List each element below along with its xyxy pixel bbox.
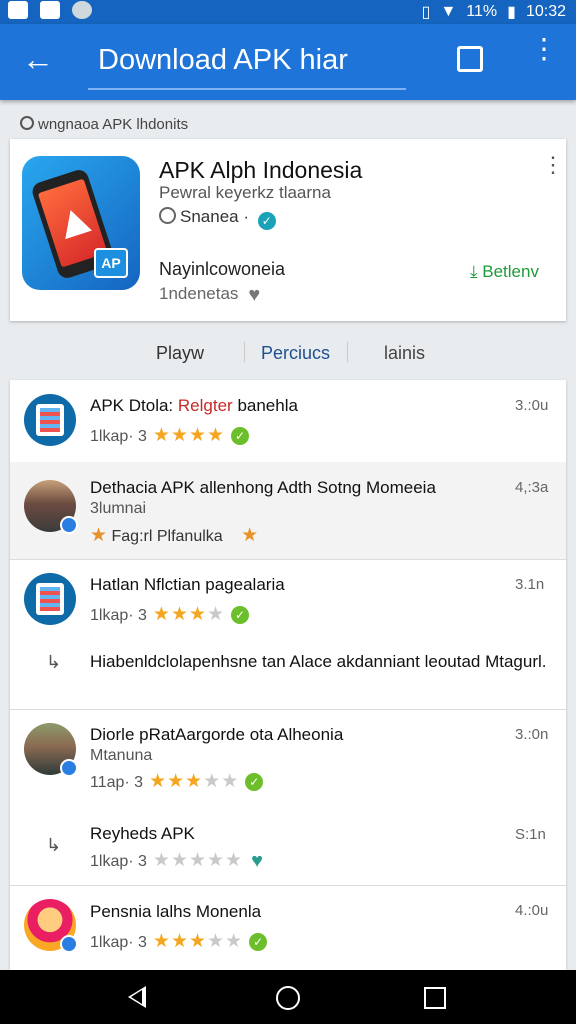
list-item[interactable]: Dethacia APK allenhong Adth Sotng Momeei… xyxy=(10,462,566,560)
list-item[interactable]: Diorle pRatAargorde ota Alheonia Mtanuna… xyxy=(10,709,566,886)
reply-icon[interactable]: ↳ xyxy=(46,652,61,673)
tab-divider xyxy=(244,342,245,362)
list-item[interactable]: Hatlan Nflctian pagealaria 1lkap· 3 ★★★★ ✓… xyxy=(10,559,566,710)
back-arrow-icon[interactable]: ← xyxy=(22,43,54,76)
vibrate-icon: ▯ xyxy=(421,4,431,21)
item-size: S:1n xyxy=(515,826,546,843)
profile-badge-icon xyxy=(60,935,78,953)
item-subtitle: 3lumnai xyxy=(90,500,147,517)
check-notification-icon xyxy=(8,1,28,19)
tab-playw[interactable]: Playw xyxy=(156,343,204,364)
item-size: 3.1n xyxy=(515,576,545,593)
check-icon: ✓ xyxy=(231,606,250,624)
item-title: APK Dtola: Relgter banehla xyxy=(90,396,298,415)
app-card[interactable]: AP APK Alph Indonesia Pewral keyerkz tla… xyxy=(10,139,566,321)
smile-icon xyxy=(159,207,176,224)
item-size: 4,:3a xyxy=(515,479,549,496)
review-list: APK Dtola: Relgter banehla 1lkap· 3 ★★★★ ✓… xyxy=(10,380,566,970)
download-button[interactable]: ⤓ Betlenv xyxy=(470,262,539,282)
star-rating-icon: ★★★★ xyxy=(152,425,226,446)
title-underline xyxy=(88,88,406,90)
tab-divider xyxy=(347,342,348,362)
download-icon: ⤓ xyxy=(470,262,478,281)
reply-icon[interactable]: ↳ xyxy=(46,835,61,856)
tab-lainis[interactable]: lainis xyxy=(384,343,425,364)
item-rating: 1lkap· 3 ★★★★★ ✓ xyxy=(90,930,268,953)
heart-icon: ♥ xyxy=(251,850,263,872)
battery-icon: ▮ xyxy=(507,4,516,21)
list-item[interactable]: Pensnia lalhs Monenla 1lkap· 3 ★★★★★ ✓ 4.:… xyxy=(10,885,566,970)
card-more-icon[interactable]: ⋮ xyxy=(542,154,564,191)
more-vertical-icon[interactable]: ⋮ xyxy=(530,35,558,74)
system-nav-bar xyxy=(0,970,576,1024)
page-title[interactable]: Download APK hiar xyxy=(98,44,348,77)
nav-back-icon[interactable] xyxy=(128,986,146,1008)
developer-name: Snanea xyxy=(180,207,239,226)
app-label: Nayinlcowoneia xyxy=(159,259,286,279)
item-publisher: ★ Fag:rl Plfanulka ★ xyxy=(90,525,259,546)
nav-recents-icon[interactable] xyxy=(424,987,446,1009)
tab-bar: Playw Perciucs lainis xyxy=(0,338,576,368)
item-title: Diorle pRatAargorde ota Alheonia xyxy=(90,725,344,744)
app-subtitle: Pewral keyerkz tlaarna xyxy=(159,183,331,202)
app-meta-text: 1ndenetas xyxy=(159,284,239,303)
sync-notification-icon xyxy=(72,1,92,19)
location-icon xyxy=(20,116,34,130)
nav-home-icon[interactable] xyxy=(276,986,300,1010)
chart-notification-icon xyxy=(40,1,60,19)
item-rating: 11ap· 3 ★★★★★ ✓ xyxy=(90,770,264,793)
comment-text: Hiabenldclolapenhsne tan Alace akdannian… xyxy=(90,652,547,671)
star-icon: ★ xyxy=(90,525,108,546)
profile-badge-icon xyxy=(60,759,78,777)
list-item[interactable]: APK Dtola: Relgter banehla 1lkap· 3 ★★★★ ✓… xyxy=(10,380,566,463)
app-toolbar: ← Download APK hiar ⋮ xyxy=(0,24,576,100)
item-title: Reyheds APK xyxy=(90,824,195,843)
check-icon: ✓ xyxy=(231,427,250,445)
app-icon: AP xyxy=(22,156,140,290)
item-title: Dethacia APK allenhong Adth Sotng Momeei… xyxy=(90,478,436,497)
item-title: Pensnia lalhs Monenla xyxy=(90,902,262,921)
download-label: Betlenv xyxy=(482,262,539,281)
profile-badge-icon xyxy=(60,516,78,534)
star-rating-icon: ★★★★★ xyxy=(152,850,244,871)
status-bar: ▯ ▼ 11% ▮ 10:32 xyxy=(0,0,576,24)
star-rating-icon: ★★★★★ xyxy=(149,771,240,792)
item-rating: 1lkap· 3 ★★★★ ✓ xyxy=(90,424,250,447)
app-meta: 1ndenetas ♥ xyxy=(159,284,260,307)
breadcrumb-text: wngnaoa APK lhdonits xyxy=(38,116,189,133)
star-rating-icon: ★★★★★ xyxy=(152,931,244,952)
ap-badge-icon: AP xyxy=(94,248,128,278)
battery-level: 11% xyxy=(466,3,498,20)
star-rating-icon: ★★★★ xyxy=(152,604,226,625)
wifi-icon: ▼ xyxy=(440,3,457,20)
breadcrumb: wngnaoa APK lhdonits xyxy=(20,116,188,133)
verified-check-icon: ✓ xyxy=(257,212,276,230)
heart-icon[interactable]: ♥ xyxy=(248,284,260,307)
item-subtitle: Mtanuna xyxy=(90,747,153,764)
app-developer: Snanea · ✓ xyxy=(159,207,276,230)
check-icon: ✓ xyxy=(245,773,264,791)
edit-icon[interactable] xyxy=(457,46,483,72)
star-icon: ★ xyxy=(241,525,259,546)
check-icon: ✓ xyxy=(249,933,268,951)
clock: 10:32 xyxy=(525,3,566,20)
app-name: APK Alph Indonesia xyxy=(159,157,363,183)
tab-perciucs[interactable]: Perciucs xyxy=(261,343,330,364)
item-size: 3.:0n xyxy=(515,726,549,743)
item-size: 4.:0u xyxy=(515,902,549,919)
item-rating: 1lkap· 3 ★★★★ ✓ xyxy=(90,603,250,626)
item-title: Hatlan Nflctian pagealaria xyxy=(90,575,285,594)
app-avatar xyxy=(24,573,76,625)
item-rating: 1lkap· 3 ★★★★★ ♥ xyxy=(90,850,263,872)
item-size: 3.:0u xyxy=(515,397,549,414)
app-avatar xyxy=(24,394,76,446)
